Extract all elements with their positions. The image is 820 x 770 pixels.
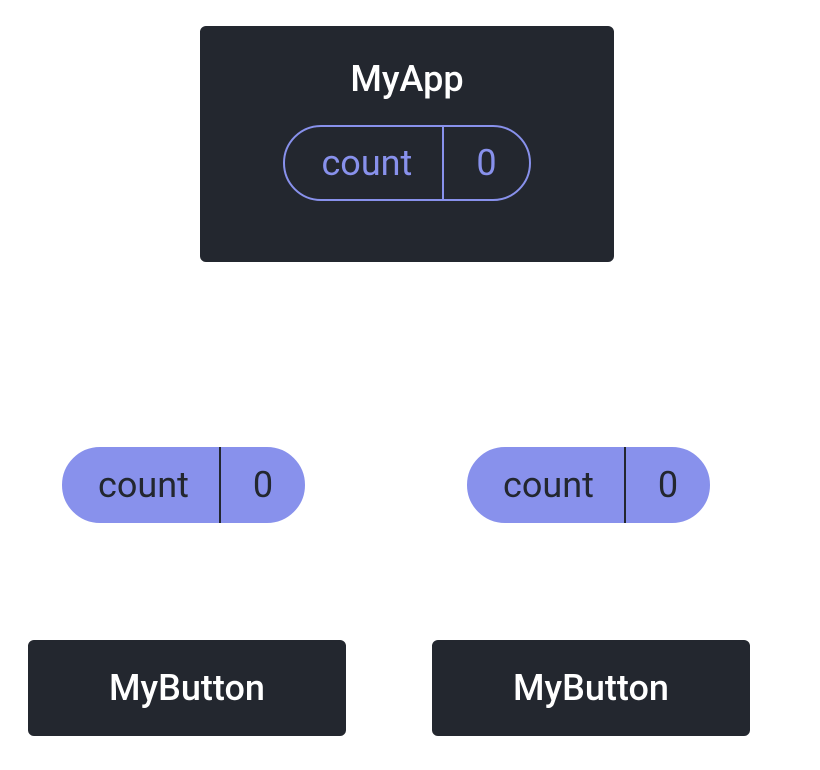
child-component-box-right: MyButton — [430, 638, 752, 738]
prop-label: count — [62, 447, 221, 523]
state-value: 0 — [444, 127, 528, 199]
child-component-title: MyButton — [513, 667, 669, 709]
component-tree-diagram: MyApp count 0 count 0 count 0 MyButton M… — [0, 0, 820, 770]
parent-component-title: MyApp — [350, 58, 463, 100]
prop-value: 0 — [221, 447, 305, 523]
parent-state-pill: count 0 — [283, 125, 530, 201]
child-component-box-left: MyButton — [26, 638, 348, 738]
prop-label: count — [467, 447, 626, 523]
child-component-title: MyButton — [109, 667, 265, 709]
prop-value: 0 — [626, 447, 710, 523]
parent-component-box: MyApp count 0 — [198, 24, 616, 264]
state-label: count — [285, 127, 444, 199]
left-prop-pill: count 0 — [60, 445, 307, 525]
right-prop-pill: count 0 — [465, 445, 712, 525]
